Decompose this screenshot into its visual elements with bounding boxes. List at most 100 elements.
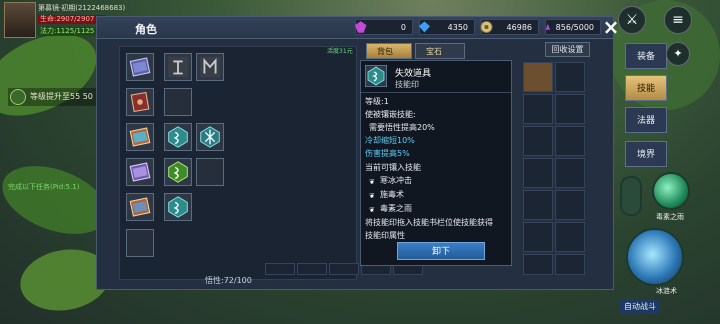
- inventory-slot[interactable]: [555, 158, 585, 188]
- inventory-slot[interactable]: [297, 263, 327, 275]
- skill-label: 冰涟术: [656, 287, 677, 295]
- inventory-slot[interactable]: [555, 190, 585, 220]
- poison-rain-skill-button[interactable]: [652, 172, 690, 210]
- player-portrait[interactable]: [4, 2, 36, 38]
- green-rune-icon: [168, 161, 188, 183]
- purple-crystal-icon: [545, 23, 551, 30]
- currency-blue-diamond[interactable]: 4350: [418, 19, 475, 35]
- player-name: 第募镜·初期(2122468683): [38, 4, 126, 12]
- inventory-slot[interactable]: [523, 254, 553, 275]
- panel-title: 角色: [135, 23, 157, 36]
- rune-slot[interactable]: [196, 53, 224, 81]
- unequip-button[interactable]: 卸下: [397, 242, 485, 260]
- rune-slot[interactable]: [164, 53, 192, 81]
- skill-book-icon: [129, 162, 151, 182]
- inventory-slot[interactable]: [523, 190, 553, 220]
- inventory-slot[interactable]: [523, 158, 553, 188]
- side-tab-equipment[interactable]: 装备: [625, 43, 667, 69]
- quest-text: 等级提升至55 50: [30, 92, 93, 101]
- skill-book-slot[interactable]: [126, 88, 154, 116]
- currency-value: 46986: [506, 22, 532, 32]
- ice-skill-button[interactable]: [626, 228, 684, 286]
- divider: [361, 92, 511, 93]
- swirl-icon: ❦: [369, 206, 375, 214]
- tooltip-effect-1: 需要悟性提高20%: [369, 123, 435, 132]
- skill-label: 毒素之雨: [656, 213, 684, 221]
- inventory-slot[interactable]: [555, 94, 585, 124]
- tooltip-skill-2: ❦ 施毒术: [369, 190, 404, 200]
- inventory-slot[interactable]: [523, 126, 553, 156]
- currency-coin[interactable]: 46986: [480, 19, 539, 35]
- skill-book-icon: [129, 127, 151, 147]
- currency-bar: 0 4350 46986 856/5000: [354, 19, 601, 35]
- tooltip-effect-header: 使被镶嵌技能:: [365, 110, 416, 119]
- tooltip-item-type: 技能印: [395, 80, 419, 89]
- teal-x-rune-icon: [200, 126, 220, 148]
- inventory-slot[interactable]: [555, 222, 585, 252]
- side-tab-realm[interactable]: 境界: [625, 141, 667, 167]
- tooltip-skill-1: ❦ 寒冰冲击: [369, 176, 412, 186]
- item-tooltip: 失效道具 技能印 等级:1 使被镶嵌技能: 需要悟性提高20% 冷却缩短10% …: [360, 60, 512, 266]
- tooltip-hint-2: 技能印属性: [365, 231, 405, 240]
- skill-book-slot[interactable]: [126, 53, 154, 81]
- tab-bag[interactable]: 背包: [366, 43, 412, 59]
- inventory-slot[interactable]: [265, 263, 295, 275]
- tooltip-effect-3: 伤害提高5%: [365, 149, 410, 158]
- target-icon[interactable]: ✦: [666, 42, 690, 66]
- auto-battle-button[interactable]: 自动战斗: [620, 300, 660, 314]
- side-tab-skills[interactable]: 技能: [625, 75, 667, 101]
- tooltip-level: 等级:1: [365, 97, 389, 106]
- inventory-slot[interactable]: [523, 62, 553, 92]
- quest-icon: [10, 89, 26, 105]
- side-tab-artifact[interactable]: 法器: [625, 107, 667, 133]
- tab-gem[interactable]: 宝石: [415, 43, 465, 59]
- skill-book-slot[interactable]: [126, 123, 154, 151]
- swirl-icon: ❦: [369, 178, 375, 186]
- skill-book-icon: [129, 197, 151, 217]
- tooltip-skill-3: ❦ 毒素之雨: [369, 204, 412, 214]
- m-rune-icon: [199, 56, 221, 78]
- tooltip-hint-1: 将技能印拖入技能书栏位使技能获得: [365, 218, 493, 227]
- quest-tracker-green[interactable]: 完成以下任务(Pid:5.1): [8, 182, 96, 192]
- currency-value: 856/5000: [555, 22, 594, 32]
- t-rune-icon: [167, 56, 189, 78]
- inventory-slot[interactable]: [555, 254, 585, 275]
- currency-value: 0: [400, 22, 406, 32]
- skill-book-slot[interactable]: [126, 193, 154, 221]
- tooltip-effect-2: 冷却缩短10%: [365, 136, 415, 145]
- empty-rune-slot[interactable]: [196, 158, 224, 186]
- quest-tracker-upgrade[interactable]: 等级提升至55 50: [8, 88, 96, 106]
- teal-rune-icon: [365, 65, 387, 87]
- currency-purple-crystal[interactable]: 856/5000: [545, 19, 601, 35]
- menu-icon[interactable]: ≡: [664, 6, 692, 34]
- rune-slot[interactable]: [164, 158, 192, 186]
- tooltip-inlay-header: 当前可镶入技能: [365, 163, 421, 172]
- empty-skill-book-slot[interactable]: [126, 229, 154, 257]
- inventory-slot[interactable]: [555, 126, 585, 156]
- purple-gem-icon: [354, 21, 367, 33]
- currency-purple-gem[interactable]: 0: [354, 19, 413, 35]
- recycle-settings-button[interactable]: 回收设置: [545, 42, 590, 57]
- inventory-slot[interactable]: [329, 263, 359, 275]
- teal-rune-icon: [168, 196, 188, 218]
- swirl-icon: ❦: [369, 192, 375, 200]
- teal-rune-icon: [168, 126, 188, 148]
- empty-rune-slot[interactable]: [164, 88, 192, 116]
- currency-value: 4350: [447, 22, 468, 32]
- inventory-slot[interactable]: [523, 94, 553, 124]
- skill-slot-partial[interactable]: [620, 176, 642, 216]
- rune-slot[interactable]: [196, 123, 224, 151]
- skill-book-icon: [129, 57, 151, 77]
- insight-value: 悟性:72/100: [205, 276, 252, 285]
- inventory-slot[interactable]: [555, 62, 585, 92]
- red-spellbook-icon: [130, 91, 150, 113]
- coin-icon: [480, 21, 493, 33]
- level-requirement-label: 活度31元: [327, 48, 353, 55]
- inventory-slot[interactable]: [523, 222, 553, 252]
- tooltip-item-name: 失效道具: [395, 69, 432, 79]
- sword-icon[interactable]: ⚔: [618, 6, 646, 34]
- rune-slot[interactable]: [164, 193, 192, 221]
- rune-slot[interactable]: [164, 123, 192, 151]
- skill-book-slot[interactable]: [126, 158, 154, 186]
- player-status-hud: 第募镜·初期(2122468683) 生命:2907/2907 法力:1125/…: [4, 2, 125, 40]
